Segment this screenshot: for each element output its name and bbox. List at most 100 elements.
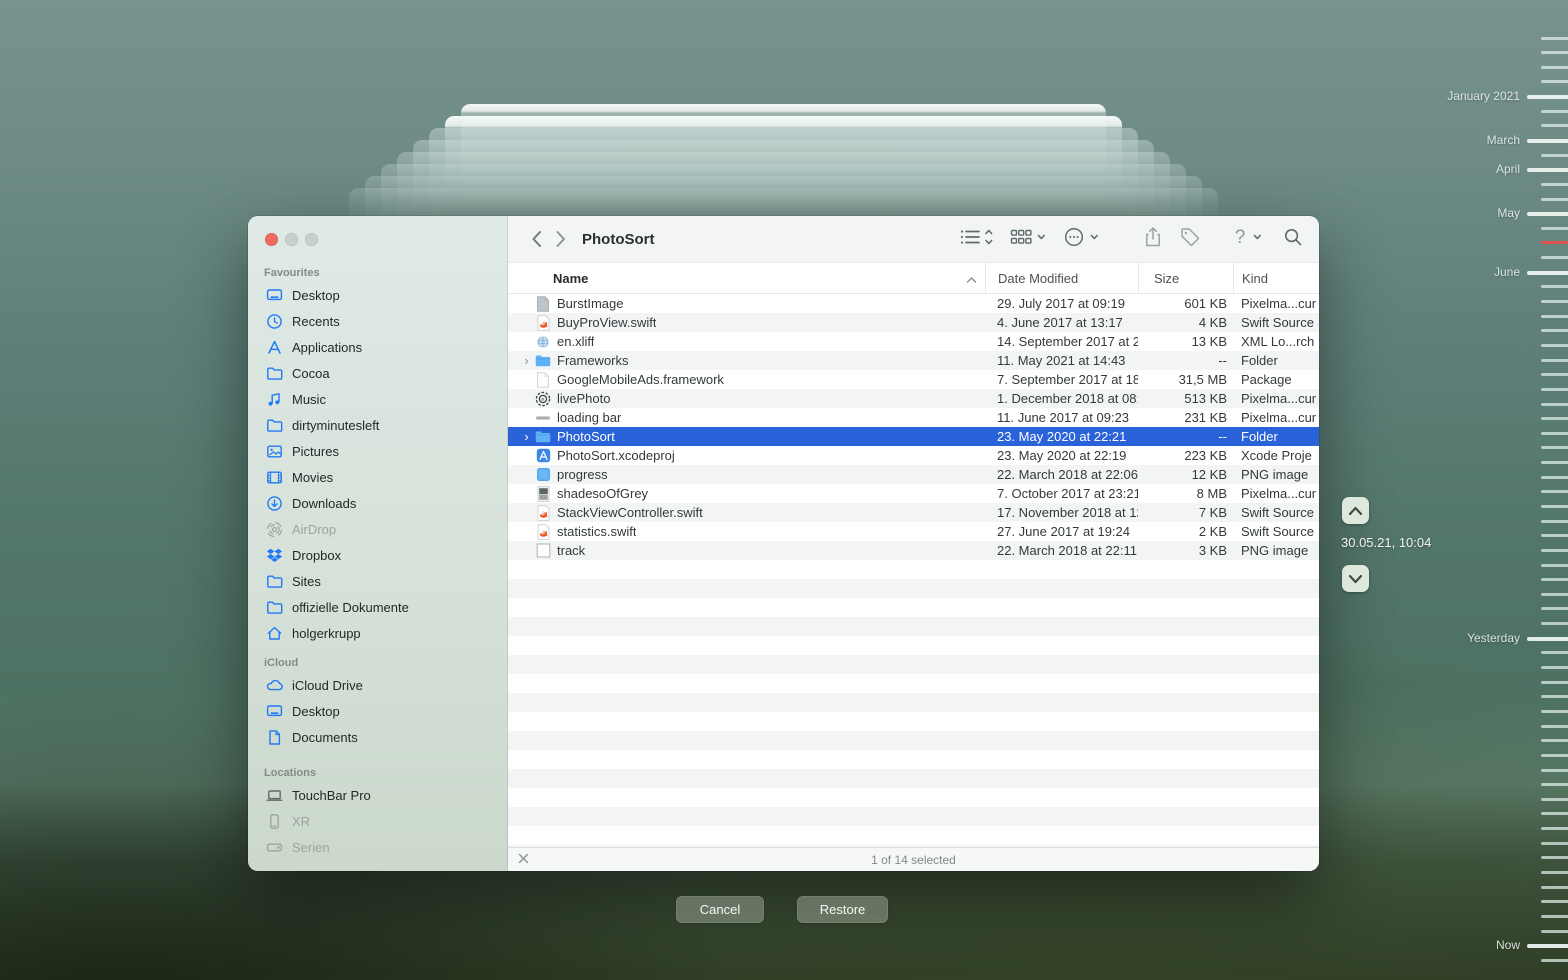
disclosure-triangle-icon[interactable]: › bbox=[520, 354, 533, 367]
timeline-tick[interactable] bbox=[1541, 329, 1568, 332]
timeline-tick[interactable] bbox=[1541, 388, 1568, 391]
sidebar-item-movies[interactable]: Movies bbox=[248, 464, 507, 490]
timeline-tick[interactable] bbox=[1541, 110, 1568, 113]
timeline-tick[interactable] bbox=[1541, 900, 1568, 903]
timeline-tick[interactable] bbox=[1541, 886, 1568, 889]
timeline-tick[interactable] bbox=[1527, 168, 1568, 172]
more-options-button[interactable] bbox=[1063, 226, 1099, 252]
timeline-tick[interactable] bbox=[1541, 461, 1568, 464]
timeline-tick[interactable] bbox=[1541, 154, 1568, 157]
timeline-tick[interactable] bbox=[1541, 549, 1568, 552]
timeline-tick[interactable] bbox=[1541, 769, 1568, 772]
file-row[interactable]: GoogleMobileAds.framework7. September 20… bbox=[508, 370, 1319, 389]
cancel-button[interactable]: Cancel bbox=[676, 896, 764, 923]
column-header-size[interactable]: Size bbox=[1138, 263, 1233, 293]
file-row[interactable]: shadesoOfGrey7. October 2017 at 23:218 M… bbox=[508, 484, 1319, 503]
sidebar-item-icloud-drive[interactable]: iCloud Drive bbox=[248, 672, 507, 698]
timeline-tick[interactable] bbox=[1541, 520, 1568, 523]
timeline-tick[interactable] bbox=[1541, 344, 1568, 347]
timeline-tick[interactable] bbox=[1527, 271, 1568, 275]
sidebar-item-recents[interactable]: Recents bbox=[248, 308, 507, 334]
timeline-tick[interactable] bbox=[1541, 432, 1568, 435]
help-button[interactable]: ? bbox=[1232, 226, 1266, 252]
timeline-tick[interactable] bbox=[1541, 300, 1568, 303]
timeline-tick[interactable] bbox=[1541, 124, 1568, 127]
timeline-tick[interactable] bbox=[1541, 403, 1568, 406]
column-header-kind[interactable]: Kind bbox=[1233, 263, 1319, 293]
timeline-tick[interactable] bbox=[1541, 915, 1568, 918]
disclosure-triangle-icon[interactable]: › bbox=[520, 430, 533, 443]
timeline-tick[interactable] bbox=[1541, 695, 1568, 698]
timeline-tick[interactable] bbox=[1541, 622, 1568, 625]
timeline-tick[interactable] bbox=[1541, 871, 1568, 874]
sidebar-item-touchbar-pro[interactable]: TouchBar Pro bbox=[248, 782, 507, 808]
tag-button[interactable] bbox=[1179, 226, 1201, 252]
timeline-tick[interactable] bbox=[1541, 315, 1568, 318]
timeline-tick[interactable] bbox=[1541, 359, 1568, 362]
view-list-button[interactable] bbox=[959, 226, 993, 252]
timeline-tick[interactable] bbox=[1541, 959, 1568, 962]
file-row[interactable]: ›PhotoSort23. May 2020 at 22:21--Folder bbox=[508, 427, 1319, 446]
file-row[interactable]: statistics.swift27. June 2017 at 19:242 … bbox=[508, 522, 1319, 541]
sidebar-item-desktop[interactable]: Desktop bbox=[248, 282, 507, 308]
close-window-button[interactable] bbox=[265, 233, 278, 246]
sidebar-item-xr[interactable]: XR bbox=[248, 808, 507, 834]
timeline-tick[interactable] bbox=[1541, 681, 1568, 684]
sidebar-item-music[interactable]: Music bbox=[248, 386, 507, 412]
sidebar-item-documents[interactable]: Documents bbox=[248, 724, 507, 750]
column-header-name[interactable]: Name bbox=[508, 263, 985, 293]
back-button[interactable] bbox=[524, 227, 548, 251]
timeline-tick[interactable] bbox=[1541, 198, 1568, 201]
file-row[interactable]: ›Frameworks11. May 2021 at 14:43--Folder bbox=[508, 351, 1319, 370]
timeline-tick[interactable] bbox=[1541, 66, 1568, 69]
timeline-tick[interactable] bbox=[1541, 417, 1568, 420]
timeline-tick[interactable] bbox=[1541, 80, 1568, 83]
timeline-tick[interactable] bbox=[1541, 476, 1568, 479]
sidebar-item-serien[interactable]: Serien bbox=[248, 834, 507, 860]
sidebar-item-airdrop[interactable]: AirDrop bbox=[248, 516, 507, 542]
timeline-tick-current[interactable] bbox=[1541, 241, 1568, 244]
timeline-tick[interactable] bbox=[1527, 944, 1568, 948]
timeline-tick[interactable] bbox=[1527, 637, 1568, 641]
file-row[interactable]: en.xliff14. September 2017 at 22:2913 KB… bbox=[508, 332, 1319, 351]
timeline-tick[interactable] bbox=[1541, 827, 1568, 830]
snapshot-up-button[interactable] bbox=[1342, 497, 1369, 524]
timeline-tick[interactable] bbox=[1541, 446, 1568, 449]
restore-button[interactable]: Restore bbox=[797, 896, 888, 923]
sidebar-item-holgerkrupp[interactable]: holgerkrupp bbox=[248, 620, 507, 646]
timeline-tick[interactable] bbox=[1541, 227, 1568, 230]
file-row[interactable]: StackViewController.swift17. November 20… bbox=[508, 503, 1319, 522]
timeline-tick[interactable] bbox=[1541, 256, 1568, 259]
file-row[interactable]: BurstImage29. July 2017 at 09:19601 KBPi… bbox=[508, 294, 1319, 313]
timeline-tick[interactable] bbox=[1541, 183, 1568, 186]
timeline-tick[interactable] bbox=[1541, 505, 1568, 508]
sidebar-item-desktop[interactable]: Desktop bbox=[248, 698, 507, 724]
timeline-tick[interactable] bbox=[1541, 593, 1568, 596]
timeline-tick[interactable] bbox=[1541, 710, 1568, 713]
timeline-tick[interactable] bbox=[1541, 564, 1568, 567]
timeline-tick[interactable] bbox=[1541, 783, 1568, 786]
snapshot-down-button[interactable] bbox=[1342, 565, 1369, 592]
timeline-tick[interactable] bbox=[1541, 285, 1568, 288]
timeline-tick[interactable] bbox=[1541, 373, 1568, 376]
sidebar-item-offizielle-dokumente[interactable]: offizielle Dokumente bbox=[248, 594, 507, 620]
timeline-tick[interactable] bbox=[1541, 812, 1568, 815]
sidebar-item-sites[interactable]: Sites bbox=[248, 568, 507, 594]
timeline-tick[interactable] bbox=[1541, 37, 1568, 40]
timeline-tick[interactable] bbox=[1541, 607, 1568, 610]
sidebar-item-applications[interactable]: Applications bbox=[248, 334, 507, 360]
timeline-tick[interactable] bbox=[1541, 534, 1568, 537]
timeline-tick[interactable] bbox=[1541, 798, 1568, 801]
sidebar-item-downloads[interactable]: Downloads bbox=[248, 490, 507, 516]
sidebar-item-dirtyminutesleft[interactable]: dirtyminutesleft bbox=[248, 412, 507, 438]
timeline-tick[interactable] bbox=[1541, 490, 1568, 493]
group-by-button[interactable] bbox=[1010, 226, 1046, 252]
timeline-tick[interactable] bbox=[1527, 95, 1568, 99]
timeline-tick[interactable] bbox=[1541, 578, 1568, 581]
timeline-tick[interactable] bbox=[1541, 930, 1568, 933]
timeline-tick[interactable] bbox=[1527, 212, 1568, 216]
timeline-tick[interactable] bbox=[1541, 666, 1568, 669]
file-row[interactable]: loading bar11. June 2017 at 09:23231 KBP… bbox=[508, 408, 1319, 427]
forward-button[interactable] bbox=[548, 227, 572, 251]
file-row[interactable]: progress22. March 2018 at 22:0612 KBPNG … bbox=[508, 465, 1319, 484]
